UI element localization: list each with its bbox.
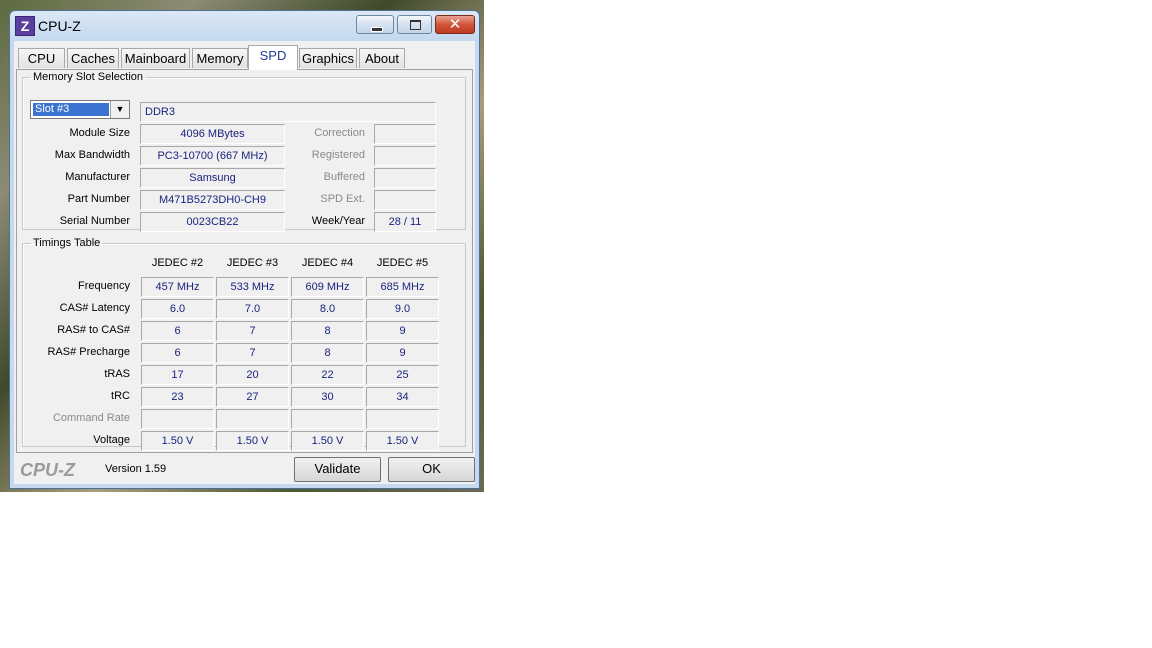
tab-bar: CPU Caches Mainboard Memory SPD Graphics… — [14, 45, 475, 70]
timing-cell: 8 — [291, 343, 364, 363]
timing-row-label: RAS# to CAS# — [57, 324, 130, 336]
timing-cell: 25 — [366, 365, 439, 385]
tab-spd[interactable]: SPD — [248, 45, 298, 70]
ok-button[interactable]: OK — [388, 457, 475, 482]
close-icon: ✕ — [448, 16, 462, 33]
timing-cell: 9 — [366, 343, 439, 363]
validate-button[interactable]: Validate — [294, 457, 381, 482]
column-header-jedec-5: JEDEC #5 — [376, 257, 429, 269]
minimize-icon — [371, 27, 383, 32]
timings-legend: Timings Table — [33, 237, 101, 249]
timing-cell: 6 — [141, 321, 214, 341]
timing-cell — [216, 409, 289, 429]
week-year-label: Week/Year — [311, 215, 365, 227]
module-size-value: 4096 MBytes — [140, 124, 285, 144]
timing-row-label: Voltage — [93, 434, 130, 446]
max-bandwidth-value: PC3-10700 (667 MHz) — [140, 146, 285, 166]
timing-cell: 7 — [216, 321, 289, 341]
timing-cell: 1.50 V — [141, 431, 214, 451]
timing-cell: 8 — [291, 321, 364, 341]
timing-cell: 23 — [141, 387, 214, 407]
maximize-button[interactable] — [397, 15, 432, 34]
week-year-value: 28 / 11 — [374, 212, 436, 232]
timing-row-label: Frequency — [78, 280, 130, 292]
spd-ext-label: SPD Ext. — [320, 193, 365, 205]
buffered-label: Buffered — [323, 171, 365, 183]
timing-cell: 8.0 — [291, 299, 364, 319]
registered-value — [374, 146, 436, 166]
maximize-icon — [410, 20, 421, 30]
chevron-down-icon[interactable]: ▼ — [110, 101, 129, 118]
timing-cell: 9 — [366, 321, 439, 341]
max-bandwidth-label: Max Bandwidth — [54, 149, 130, 161]
timing-cell — [141, 409, 214, 429]
timing-cell: 22 — [291, 365, 364, 385]
tab-mainboard[interactable]: Mainboard — [121, 48, 190, 68]
buffered-value — [374, 168, 436, 188]
timing-row-label: tRAS — [104, 368, 130, 380]
window-title: CPU-Z — [38, 18, 81, 34]
timing-row-label: RAS# Precharge — [47, 346, 130, 358]
timing-cell: 609 MHz — [291, 277, 364, 297]
tab-graphics[interactable]: Graphics — [299, 48, 357, 68]
module-size-label: Module Size — [69, 127, 130, 139]
memory-slot-legend: Memory Slot Selection — [33, 71, 144, 83]
timing-cell: 6 — [141, 343, 214, 363]
column-header-jedec-3: JEDEC #3 — [226, 257, 279, 269]
timing-cell: 6.0 — [141, 299, 214, 319]
slot-select-value: Slot #3 — [33, 103, 109, 116]
timing-cell: 9.0 — [366, 299, 439, 319]
timing-cell — [291, 409, 364, 429]
version-text: Version 1.59 — [105, 463, 167, 475]
tab-caches[interactable]: Caches — [67, 48, 119, 68]
footer-bar: CPU-Z Version 1.59 Validate OK — [14, 457, 475, 484]
timing-cell: 457 MHz — [141, 277, 214, 297]
spd-ext-value — [374, 190, 436, 210]
tab-cpu[interactable]: CPU — [18, 48, 65, 68]
minimize-button[interactable] — [356, 15, 394, 34]
part-number-value: M471B5273DH0-CH9 — [140, 190, 285, 210]
cpuz-app-icon[interactable]: Z — [15, 16, 35, 36]
timing-cell: 1.50 V — [291, 431, 364, 451]
column-header-jedec-2: JEDEC #2 — [151, 257, 204, 269]
column-header-jedec-4: JEDEC #4 — [301, 257, 354, 269]
timings-group: Timings Table JEDEC #2 JEDEC #3 JEDEC #4… — [22, 237, 466, 451]
timing-cell — [366, 409, 439, 429]
correction-label: Correction — [314, 127, 365, 139]
title-bar[interactable]: Z CPU-Z ✕ — [10, 11, 479, 41]
part-number-label: Part Number — [67, 193, 130, 205]
serial-number-value: 0023CB22 — [140, 212, 285, 232]
timing-cell: 20 — [216, 365, 289, 385]
tab-about[interactable]: About — [359, 48, 405, 68]
correction-value — [374, 124, 436, 144]
serial-number-label: Serial Number — [59, 215, 130, 227]
client-area: CPU Caches Mainboard Memory SPD Graphics… — [14, 41, 475, 484]
spd-panel: Memory Slot Selection Slot #3 ▼ DDR3 Mod… — [16, 69, 473, 453]
tab-memory[interactable]: Memory — [192, 48, 248, 68]
timing-cell: 1.50 V — [216, 431, 289, 451]
cpuz-logo: CPU-Z — [20, 460, 75, 480]
slot-select[interactable]: Slot #3 ▼ — [30, 100, 130, 119]
timing-cell: 27 — [216, 387, 289, 407]
registered-label: Registered — [311, 149, 365, 161]
timing-cell: 685 MHz — [366, 277, 439, 297]
timing-cell: 34 — [366, 387, 439, 407]
timing-cell: 533 MHz — [216, 277, 289, 297]
timing-row-label: Command Rate — [52, 412, 130, 424]
cpuz-window: Z CPU-Z ✕ CPU Caches Mainboard Memory SP… — [9, 10, 480, 489]
timing-cell: 30 — [291, 387, 364, 407]
memory-slot-group: Memory Slot Selection Slot #3 ▼ DDR3 Mod… — [22, 71, 466, 232]
manufacturer-value: Samsung — [140, 168, 285, 188]
memory-type-field: DDR3 — [140, 102, 436, 122]
timing-row-label: tRC — [111, 390, 130, 402]
timing-row-label: CAS# Latency — [59, 302, 130, 314]
timing-cell: 7.0 — [216, 299, 289, 319]
close-button[interactable]: ✕ — [435, 15, 475, 34]
manufacturer-label: Manufacturer — [65, 171, 130, 183]
timing-cell: 17 — [141, 365, 214, 385]
timing-cell: 7 — [216, 343, 289, 363]
timing-cell: 1.50 V — [366, 431, 439, 451]
